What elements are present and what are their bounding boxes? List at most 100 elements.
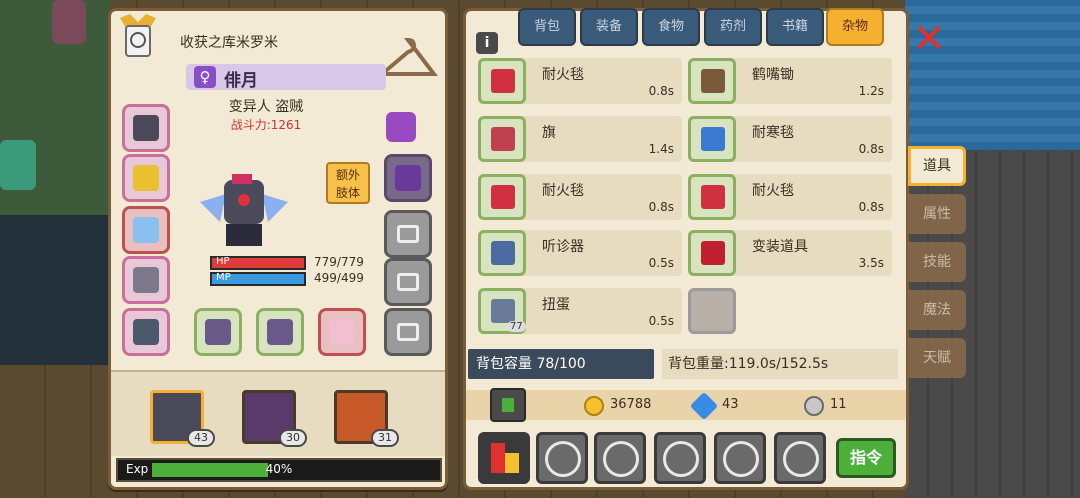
party-member-1[interactable]: 43 (150, 390, 215, 447)
party-member-3[interactable]: 31 (334, 390, 399, 447)
item-card[interactable]: 77 扭蛋 0.5s (478, 288, 682, 334)
item-icon (701, 185, 725, 209)
claw-icon (395, 165, 421, 191)
side-tab-magic[interactable]: 魔法 (908, 290, 966, 330)
gold-amount: 36788 (610, 397, 652, 412)
magnify-icon (663, 441, 699, 477)
tab-food[interactable]: 食物 (642, 8, 700, 46)
tab-books[interactable]: 书籍 (766, 8, 824, 46)
house-name: 收获之库米罗米 (180, 35, 278, 51)
side-tab-items[interactable]: 道具 (908, 146, 966, 186)
mp-label: MP (216, 272, 231, 283)
search-icon (603, 441, 639, 477)
close-icon[interactable]: ✕ (912, 19, 946, 59)
npc-sprite (0, 140, 36, 190)
item-time: 3.5s (858, 256, 884, 270)
equip-slot-weapon[interactable] (122, 206, 170, 254)
search-button[interactable] (594, 432, 646, 484)
item-name: 耐火毯 (542, 183, 584, 199)
item-icon-frame (688, 230, 736, 276)
locked-slot-2[interactable] (384, 258, 432, 306)
book-button[interactable] (774, 432, 826, 484)
item-name: 听诊器 (542, 239, 584, 255)
equip-slot-dagger-2[interactable] (256, 308, 304, 356)
character-name: 俳月 (224, 71, 258, 91)
locked-icon (397, 323, 419, 341)
item-icon (491, 241, 515, 265)
dark-floor-area (0, 215, 110, 365)
name-bar (186, 64, 386, 90)
book-icon (783, 441, 819, 477)
equip-slot-neck[interactable] (122, 154, 170, 202)
item-icon (491, 69, 515, 93)
boots-icon (133, 319, 159, 345)
item-icon-frame (688, 116, 736, 162)
swap-button[interactable] (714, 432, 766, 484)
mp-value: 499/499 (314, 271, 364, 285)
dagger-icon (267, 319, 293, 345)
sort-button[interactable] (478, 432, 530, 484)
hp-bar: HP (210, 256, 306, 270)
locked-icon (397, 273, 419, 291)
silver-amount: 11 (830, 397, 847, 412)
equip-slot-body[interactable] (122, 256, 170, 304)
exp-percent: 40% (265, 462, 293, 476)
item-card[interactable]: 旗 1.4s (478, 116, 682, 162)
item-card[interactable]: 耐寒毯 0.8s (688, 116, 892, 162)
equip-slot-dagger-1[interactable] (194, 308, 242, 356)
item-icon (491, 127, 515, 151)
tab-potion[interactable]: 药剂 (704, 8, 762, 46)
blade-icon (133, 217, 159, 243)
side-tab-skills[interactable]: 技能 (908, 242, 966, 282)
tab-backpack[interactable]: 背包 (518, 8, 576, 46)
item-icon-frame (688, 174, 736, 220)
equip-slot-feet[interactable] (122, 308, 170, 356)
mp-bar: MP (210, 272, 306, 286)
item-icon-frame (478, 116, 526, 162)
item-icon-frame (478, 230, 526, 276)
armor-icon (133, 267, 159, 293)
empty-item-slot[interactable] (688, 288, 736, 334)
item-icon (491, 185, 515, 209)
item-card[interactable]: 鹤嘴锄 1.2s (688, 58, 892, 104)
info-icon[interactable]: i (476, 32, 498, 54)
equip-slot-head[interactable] (122, 104, 170, 152)
item-card[interactable]: 听诊器 0.5s (478, 230, 682, 276)
scatter-icon (545, 441, 581, 477)
item-time: 0.8s (648, 200, 674, 214)
item-name: 变装道具 (752, 239, 808, 255)
item-time: 0.8s (858, 200, 884, 214)
item-time: 1.4s (648, 142, 674, 156)
item-card[interactable]: 变装道具 3.5s (688, 230, 892, 276)
gem-amount: 43 (722, 397, 739, 412)
item-time: 1.2s (858, 84, 884, 98)
amulet-icon (133, 165, 159, 191)
item-card[interactable]: 耐火毯 0.8s (688, 174, 892, 220)
item-card[interactable]: 耐火毯 0.8s (478, 174, 682, 220)
item-icon (491, 299, 515, 323)
item-time: 0.8s (858, 142, 884, 156)
side-tab-attributes[interactable]: 属性 (908, 194, 966, 234)
item-name: 旗 (542, 125, 556, 141)
side-tab-talent[interactable]: 天赋 (908, 338, 966, 378)
download-icon[interactable] (490, 388, 526, 422)
gold-coin-icon (584, 396, 604, 416)
equip-slot-accessory[interactable] (318, 308, 366, 356)
tab-equipment[interactable]: 装备 (580, 8, 638, 46)
party-level: 30 (279, 429, 307, 447)
tab-misc[interactable]: 杂物 (826, 8, 884, 46)
locked-slot-1[interactable] (384, 210, 432, 258)
npc-sprite (52, 0, 86, 44)
guild-crest-icon (120, 14, 156, 57)
item-icon-frame (688, 58, 736, 104)
extra-limb-slot[interactable] (384, 154, 432, 202)
combat-power: 战斗力:1261 (230, 118, 302, 132)
command-button[interactable]: 指令 (836, 438, 896, 478)
item-card[interactable]: 耐火毯 0.8s (478, 58, 682, 104)
item-name: 耐火毯 (752, 183, 794, 199)
locked-slot-3[interactable] (384, 308, 432, 356)
party-member-2[interactable]: 30 (242, 390, 307, 447)
hanger-icon[interactable] (378, 36, 438, 82)
scatter-button[interactable] (536, 432, 588, 484)
inspect-button[interactable] (654, 432, 706, 484)
